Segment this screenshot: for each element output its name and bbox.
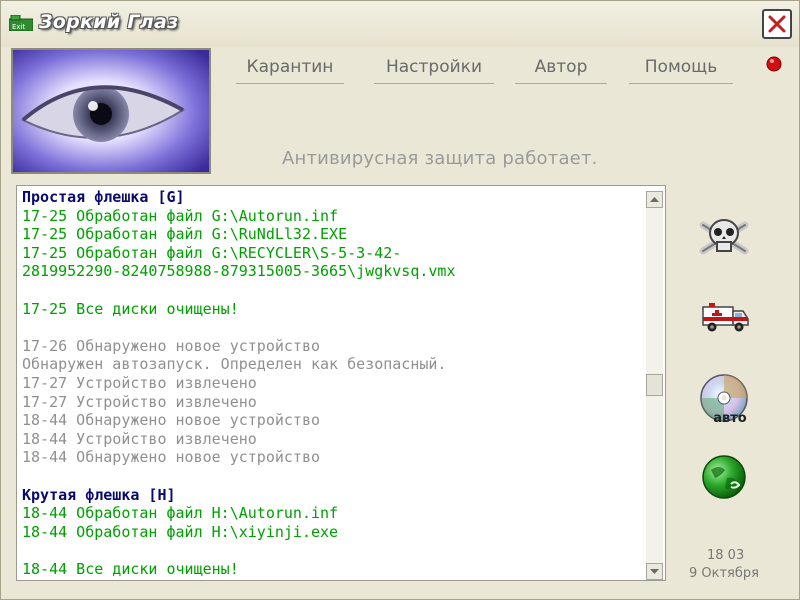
log-entry: 18-44 Обнаружено новое устройство [22, 411, 321, 430]
log-scrollbar[interactable] [646, 191, 663, 580]
close-button[interactable] [762, 9, 792, 39]
log-device-header: Простая флешка [G] [22, 188, 185, 206]
menu-item-author[interactable]: Автор [515, 57, 607, 84]
log-entry: 17-26 Обнаружено новое устройство [22, 336, 321, 355]
log-entry: 18-44 Обработан файл H:\Autorun.inf [22, 504, 339, 523]
eye-logo-image [11, 48, 211, 174]
log-entry: 17-25 Все диски очищены! [22, 299, 239, 318]
arrow-up-icon [650, 197, 659, 202]
auto-mode-label[interactable]: авто [705, 411, 755, 426]
log-entry: 18-44 Обнаружено новое устройство [22, 448, 321, 467]
log-entry: 2819952290-8240758988-879315005-3665\jwg… [22, 262, 456, 281]
clock-time: 18 03 [707, 548, 745, 563]
title-bar[interactable]: Exit Зоркий Глаз [1, 1, 799, 47]
menu-item-quarantine[interactable]: Карантин [236, 57, 344, 84]
scroll-up-button[interactable] [646, 191, 663, 208]
log-entry: 18-44 Обработан файл H:\xiyinji.exe [22, 522, 339, 541]
app-window: Exit Зоркий Глаз Карантин Настройки Авто… [0, 0, 800, 600]
log-entry: 17-25 Обработан файл G:\RuNdLl32.EXE [22, 225, 348, 244]
scroll-down-button[interactable] [646, 563, 663, 580]
clock-date: 9 Октября [689, 566, 759, 581]
window-title: Зоркий Глаз [39, 11, 179, 33]
scroll-thumb[interactable] [646, 374, 663, 396]
log-entry: 17-27 Устройство извлечено [22, 374, 257, 392]
status-indicator-icon [766, 56, 782, 72]
arrow-down-icon [650, 569, 659, 574]
menu-item-settings[interactable]: Настройки [374, 57, 494, 84]
log-entry: 17-25 Обработан файл G:\RECYCLER\S-5-3-4… [22, 243, 402, 262]
close-icon [768, 15, 786, 33]
log-entry: Обнаружен автозапуск. Определен как безо… [22, 355, 447, 374]
log-entry: 18-44 Все диски очищены! [22, 560, 239, 578]
svg-text:Exit: Exit [12, 23, 26, 31]
menu-item-help[interactable]: Помощь [629, 57, 733, 84]
log-entry: 18-44 Устройство извлечено [22, 429, 257, 448]
log-device-header: Крутая флешка [H] [22, 485, 176, 504]
green-globe-icon[interactable] [701, 454, 747, 500]
ambulance-icon[interactable] [701, 301, 751, 335]
skull-crossbones-icon[interactable] [697, 211, 751, 267]
log-entry: 17-27 Устройство извлечено [22, 392, 257, 411]
log-entry: 17-25 Обработан файл G:\Autorun.inf [22, 206, 339, 225]
app-icon: Exit [9, 15, 33, 31]
protection-status: Антивирусная защита работает. [282, 148, 598, 169]
event-log[interactable]: Простая флешка [G] 17-25 Обработан файл G… [16, 185, 666, 581]
